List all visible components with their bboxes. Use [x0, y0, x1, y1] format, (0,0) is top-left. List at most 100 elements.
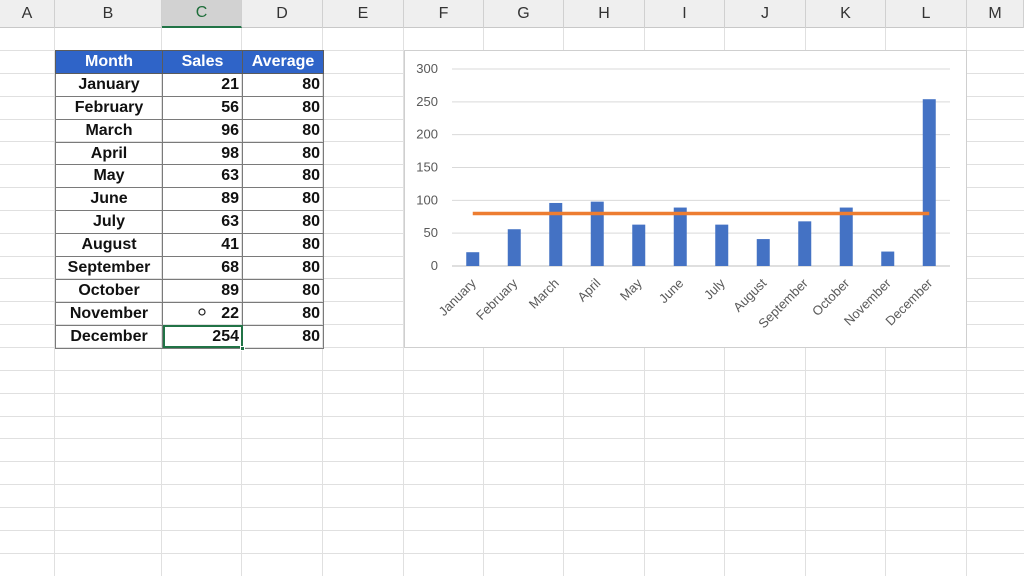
month-header[interactable]: Month [55, 50, 163, 74]
grid-hline [0, 461, 1024, 462]
average-cell[interactable]: 80 [242, 256, 324, 280]
y-tick-label: 200 [416, 127, 438, 142]
bar-april [590, 201, 604, 266]
bar-november [881, 251, 895, 266]
column-header-k[interactable]: K [806, 0, 886, 28]
month-cell[interactable]: June [55, 187, 163, 212]
table-header-row: Month Sales Average [55, 50, 324, 74]
month-cell[interactable]: December [55, 324, 163, 349]
sales-cell[interactable]: 89 [162, 278, 243, 303]
average-cell[interactable]: 80 [242, 118, 324, 143]
month-cell[interactable]: August [55, 233, 163, 258]
table-row: May 63 80 [55, 164, 324, 189]
table-row: November 22 80 [55, 301, 324, 326]
grid-hline [0, 530, 1024, 531]
grid-hline [0, 507, 1024, 508]
month-cell[interactable]: May [55, 164, 163, 189]
grid-hline [0, 370, 1024, 371]
table-row: February 56 80 [55, 95, 324, 120]
y-tick-label: 150 [416, 160, 438, 175]
average-cell[interactable]: 80 [242, 324, 324, 349]
bar-january [466, 252, 480, 266]
average-cell[interactable]: 80 [242, 141, 324, 166]
fill-handle[interactable] [240, 345, 245, 351]
x-tick-label: August [730, 275, 769, 314]
grid-hline [0, 438, 1024, 439]
table-row: August 41 80 [55, 233, 324, 258]
table-row: December 254 80 [55, 324, 324, 351]
x-tick-label: May [617, 275, 645, 303]
table-row: September 68 80 [55, 256, 324, 280]
month-cell[interactable]: January [55, 72, 163, 97]
average-cell[interactable]: 80 [242, 278, 324, 303]
average-cell[interactable]: 80 [242, 187, 324, 212]
column-header-h[interactable]: H [564, 0, 645, 28]
x-tick-label: July [701, 275, 728, 302]
sales-cell[interactable]: 63 [162, 210, 243, 235]
sales-cell[interactable]: 89 [162, 187, 243, 212]
x-tick-label: April [574, 275, 603, 304]
column-header-d[interactable]: D [242, 0, 323, 28]
column-header-f[interactable]: F [404, 0, 484, 28]
x-tick-label: March [526, 276, 562, 312]
column-chart[interactable]: 050100150200250300JanuaryFebruary March Ap… [405, 51, 968, 349]
grid-hline [0, 484, 1024, 485]
column-header-a[interactable]: A [0, 0, 55, 28]
bar-october [839, 207, 853, 266]
month-cell[interactable]: July [55, 210, 163, 235]
bar-may [632, 224, 646, 266]
average-cell[interactable]: 80 [242, 301, 324, 326]
average-cell[interactable]: 80 [242, 72, 324, 97]
grid-hline [0, 553, 1024, 554]
average-cell[interactable]: 80 [242, 210, 324, 235]
month-cell[interactable]: March [55, 118, 163, 143]
bar-december [922, 99, 936, 266]
month-cell[interactable]: September [55, 256, 163, 280]
bar-february [507, 229, 521, 266]
column-header-b[interactable]: B [55, 0, 162, 28]
chart-area[interactable]: 0 50 100 150 200 250 300 January February March Ap… [404, 50, 967, 348]
sales-cell[interactable]: 41 [162, 233, 243, 258]
y-tick-label: 0 [431, 258, 438, 273]
y-tick-label: 100 [416, 192, 438, 207]
column-header-j[interactable]: J [725, 0, 806, 28]
spreadsheet[interactable]: ABCDEFGHIJKLM Month Sales Average Januar… [0, 0, 1024, 576]
month-cell[interactable]: April [55, 141, 163, 166]
sales-cell[interactable]: 56 [162, 95, 243, 120]
grid-hline [0, 393, 1024, 394]
sales-table: Month Sales Average January 21 80 February 5… [55, 50, 324, 351]
column-header-i[interactable]: I [645, 0, 725, 28]
sales-cell[interactable]: 98 [162, 141, 243, 166]
average-header[interactable]: Average [242, 50, 324, 74]
sales-cell[interactable]: 96 [162, 118, 243, 143]
table-row: October 89 80 [55, 278, 324, 303]
average-cell[interactable]: 80 [242, 233, 324, 258]
x-tick-label: June [656, 276, 687, 307]
column-header-c[interactable]: C [162, 0, 242, 28]
bar-july [715, 224, 729, 266]
table-row: March 96 80 [55, 118, 324, 143]
active-cell[interactable]: 254 [162, 324, 245, 351]
y-tick-label: 250 [416, 94, 438, 109]
grid-hline [0, 416, 1024, 417]
sales-cell[interactable]: 63 [162, 164, 243, 189]
table-row: April 98 80 [55, 141, 324, 166]
average-cell[interactable]: 80 [242, 95, 324, 120]
column-header-g[interactable]: G [484, 0, 564, 28]
cursor-icon [198, 308, 206, 316]
sales-header[interactable]: Sales [162, 50, 243, 74]
column-header-m[interactable]: M [967, 0, 1024, 28]
table-row: January 21 80 [55, 72, 324, 97]
month-cell[interactable]: October [55, 278, 163, 303]
column-header-e[interactable]: E [323, 0, 404, 28]
y-tick-label: 300 [416, 61, 438, 76]
bar-september [798, 221, 812, 266]
sales-cell[interactable]: 68 [162, 256, 243, 280]
month-cell[interactable]: November [55, 301, 163, 326]
average-cell[interactable]: 80 [242, 164, 324, 189]
bar-june [673, 207, 687, 266]
month-cell[interactable]: February [55, 95, 163, 120]
column-header-l[interactable]: L [886, 0, 967, 28]
sales-cell[interactable]: 21 [162, 72, 243, 97]
x-tick-label: February [473, 275, 521, 323]
